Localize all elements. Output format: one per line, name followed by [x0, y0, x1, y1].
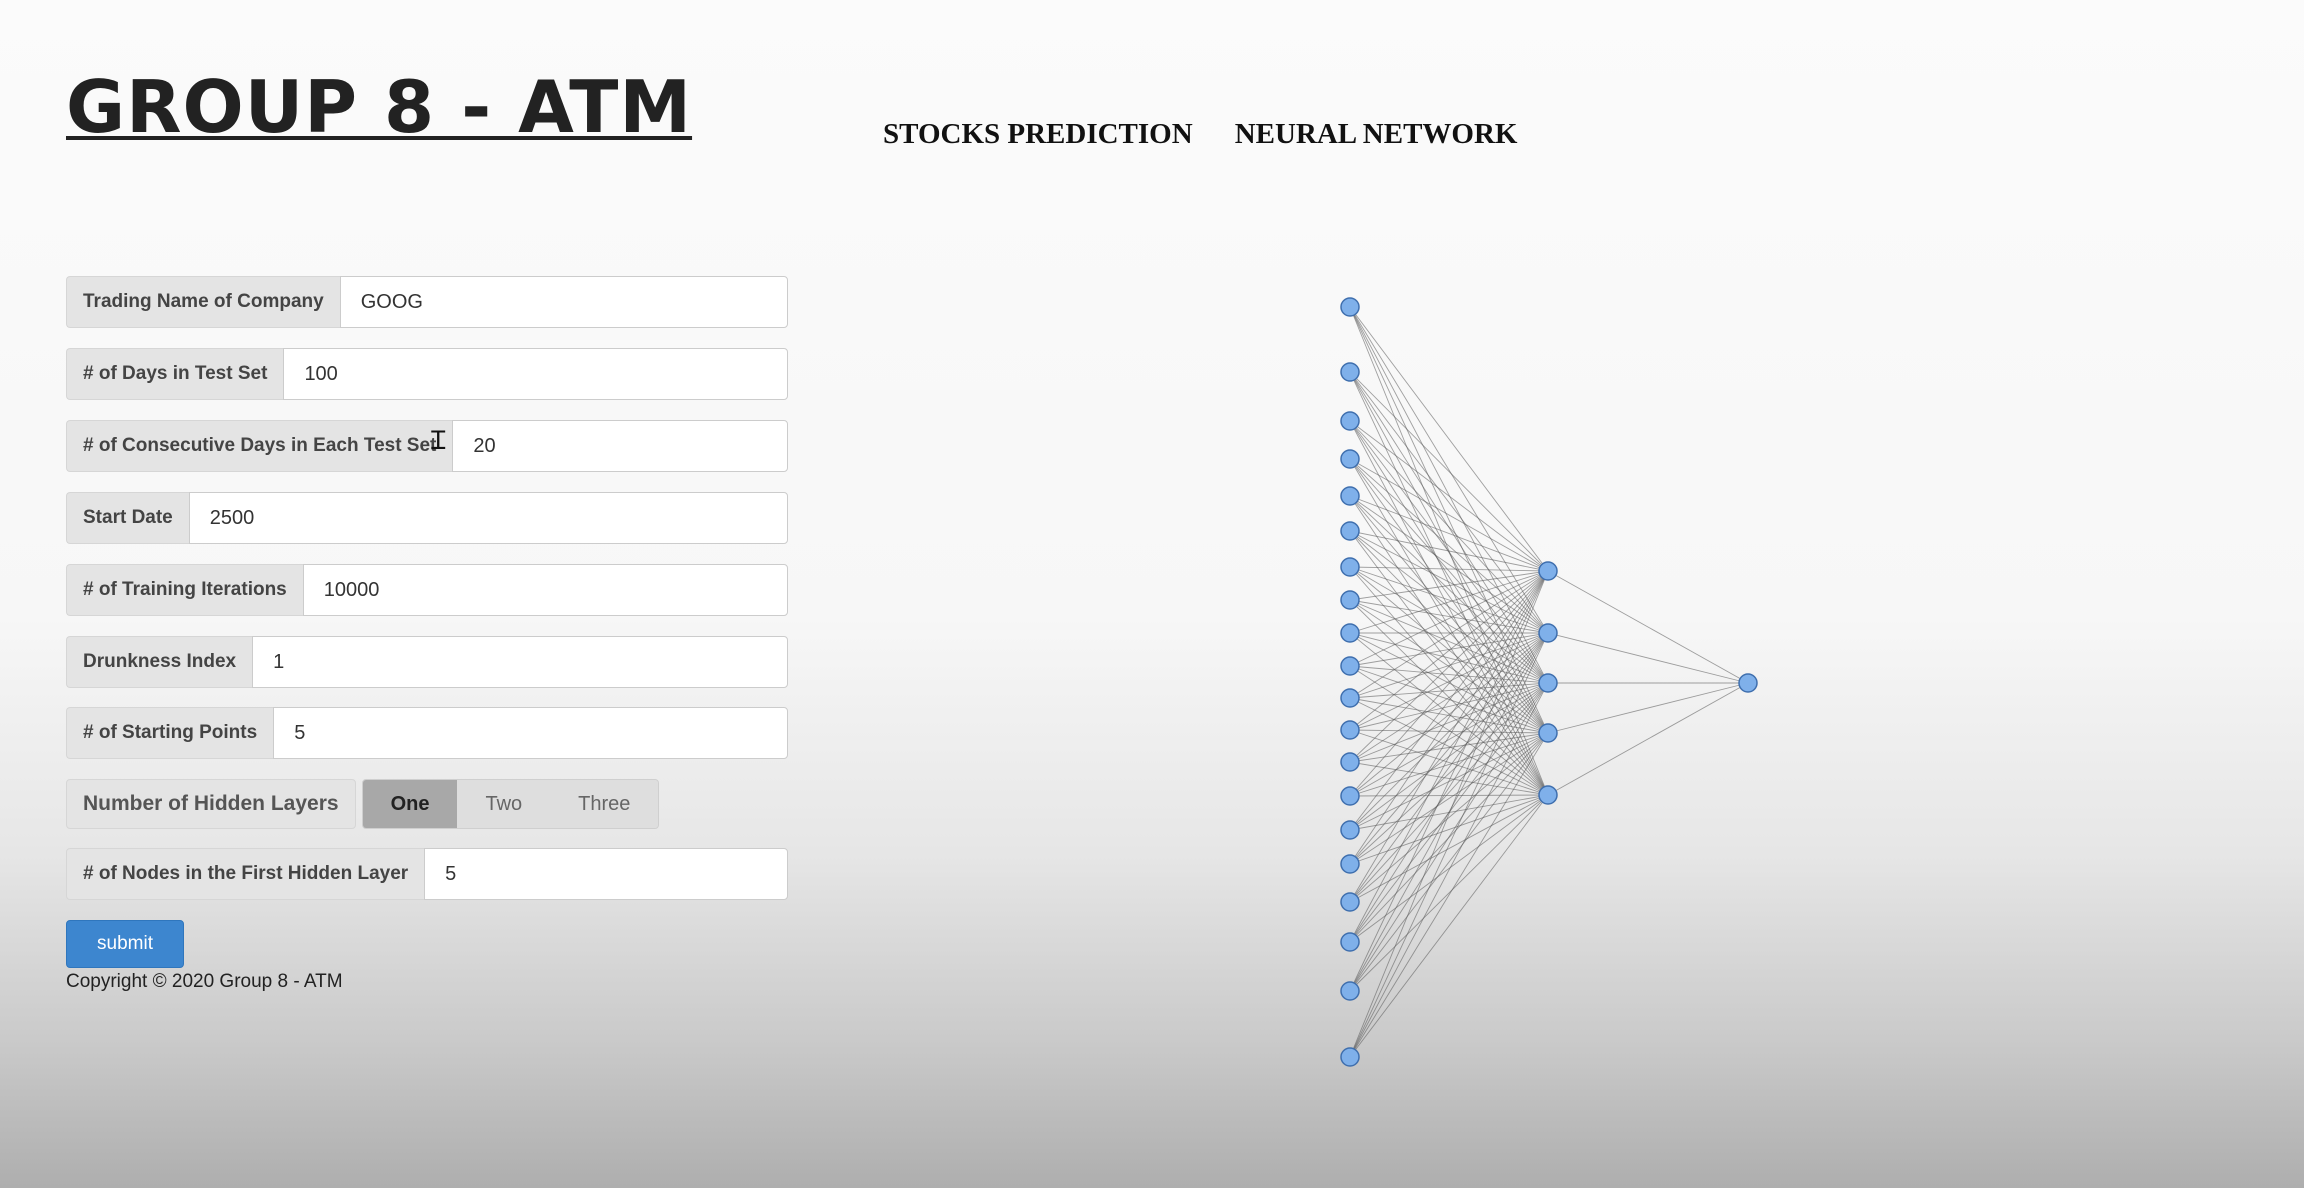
- input-hidden-edge: [1349, 306, 1549, 734]
- input-hidden-edge: [1349, 495, 1549, 572]
- hidden-node: [1538, 723, 1558, 743]
- company-label: Trading Name of Company: [66, 276, 340, 328]
- input-hidden-edge: [1349, 794, 1549, 797]
- input-hidden-edge: [1349, 632, 1549, 992]
- hidden-layers-toggle: One Two Three: [361, 779, 660, 829]
- input-node: [1340, 486, 1360, 506]
- input-node: [1340, 688, 1360, 708]
- input-node: [1340, 557, 1360, 577]
- hidden-nodes-row: # of Nodes in the First Hidden Layer: [66, 848, 788, 900]
- input-hidden-edge: [1349, 794, 1549, 1058]
- hidden-layers-three[interactable]: Three: [550, 780, 659, 828]
- input-hidden-edge: [1349, 570, 1549, 1058]
- input-node: [1340, 411, 1360, 431]
- consecutive-days-input[interactable]: [452, 420, 788, 472]
- input-hidden-edge: [1349, 420, 1549, 572]
- training-iterations-label: # of Training Iterations: [66, 564, 303, 616]
- hidden-output-edge: [1547, 632, 1749, 684]
- input-node: [1340, 752, 1360, 772]
- days-test-set-input[interactable]: [283, 348, 788, 400]
- input-node: [1340, 981, 1360, 1001]
- start-date-row: Start Date: [66, 492, 788, 544]
- hidden-node: [1538, 673, 1558, 693]
- company-input[interactable]: [339, 276, 788, 328]
- hidden-nodes-input[interactable]: [424, 848, 788, 900]
- input-node: [1340, 892, 1360, 912]
- input-node: [1340, 656, 1360, 676]
- text-cursor-icon: Ɪ: [431, 426, 446, 456]
- page-title: GROUP 8 - ATM: [66, 65, 693, 149]
- days-test-set-row: # of Days in Test Set: [66, 348, 788, 400]
- starting-points-input[interactable]: [273, 707, 788, 759]
- start-date-label: Start Date: [66, 492, 189, 544]
- hidden-output-edge: [1547, 682, 1749, 734]
- drunkness-index-label: Drunkness Index: [66, 636, 253, 688]
- consecutive-days-label: # of Consecutive Days in Each Test Set: [66, 420, 453, 472]
- input-hidden-edge: [1349, 495, 1549, 684]
- hidden-layers-one[interactable]: One: [362, 780, 458, 828]
- hidden-node: [1538, 623, 1558, 643]
- network-nodes: [1340, 297, 1758, 1067]
- drunkness-index-row: Drunkness Index: [66, 636, 788, 688]
- input-node: [1340, 362, 1360, 382]
- copyright-text: Copyright © 2020 Group 8 - ATM: [66, 971, 343, 992]
- input-node: [1340, 623, 1360, 643]
- submit-button[interactable]: submit: [66, 920, 184, 968]
- input-hidden-edge: [1349, 570, 1549, 903]
- hidden-node: [1538, 561, 1558, 581]
- hidden-output-edge: [1547, 570, 1749, 684]
- hidden-layers-label: Number of Hidden Layers: [66, 779, 356, 829]
- drunkness-index-input[interactable]: [252, 636, 788, 688]
- input-node: [1340, 449, 1360, 469]
- consecutive-days-row: # of Consecutive Days in Each Test Set: [66, 420, 788, 472]
- input-hidden-edge: [1349, 371, 1549, 634]
- input-node: [1340, 820, 1360, 840]
- input-node: [1340, 786, 1360, 806]
- starting-points-label: # of Starting Points: [66, 707, 274, 759]
- input-node: [1340, 854, 1360, 874]
- neural-network-diagram: [1340, 297, 1758, 1067]
- input-node: [1340, 590, 1360, 610]
- input-hidden-edge: [1349, 570, 1549, 634]
- start-date-input[interactable]: [188, 492, 788, 544]
- hidden-layers-row: Number of Hidden Layers One Two Three: [66, 779, 660, 829]
- nav-stocks-prediction[interactable]: STOCKS PREDICTION: [883, 118, 1193, 151]
- input-node: [1340, 1047, 1360, 1067]
- nav-neural-network[interactable]: NEURAL NETWORK: [1235, 118, 1518, 151]
- top-nav: STOCKS PREDICTION NEURAL NETWORK: [883, 118, 1517, 151]
- hidden-output-edge: [1547, 682, 1749, 796]
- company-field-row: Trading Name of Company: [66, 276, 788, 328]
- input-node: [1340, 720, 1360, 740]
- input-node: [1340, 297, 1360, 317]
- hidden-nodes-label: # of Nodes in the First Hidden Layer: [66, 848, 425, 900]
- hidden-layers-two[interactable]: Two: [457, 780, 551, 828]
- starting-points-row: # of Starting Points: [66, 707, 788, 759]
- hidden-node: [1538, 785, 1558, 805]
- input-hidden-edge: [1349, 632, 1549, 1058]
- input-hidden-edge: [1349, 530, 1549, 734]
- training-iterations-row: # of Training Iterations: [66, 564, 788, 616]
- days-test-set-label: # of Days in Test Set: [66, 348, 284, 400]
- input-node: [1340, 521, 1360, 541]
- output-node: [1738, 673, 1758, 693]
- input-hidden-edge: [1349, 570, 1549, 831]
- training-iterations-input[interactable]: [302, 564, 788, 616]
- input-node: [1340, 932, 1360, 952]
